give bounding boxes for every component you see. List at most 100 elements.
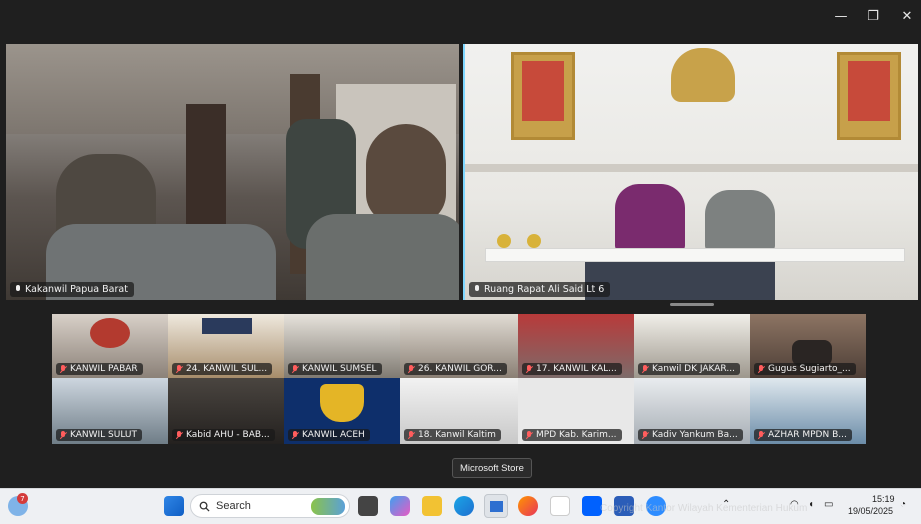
participant-name: KANWIL ACEH	[302, 430, 365, 440]
gallery-tile-label: 24. KANWIL SUL...	[172, 363, 273, 375]
start-icon[interactable]	[164, 496, 184, 516]
gallery-tile-label: 17. KANWIL KAL...	[522, 363, 622, 375]
gallery-tile-13[interactable]: Kadiv Yankum Ba...	[634, 378, 750, 444]
edge-icon[interactable]	[454, 496, 474, 516]
participant-name: KANWIL SUMSEL	[302, 364, 377, 374]
main-video-tile-1[interactable]: Kakanwil Papua Barat	[6, 44, 459, 300]
mic-muted-icon	[525, 364, 533, 374]
participant-name: Kanwil DK JAKAR...	[652, 364, 735, 374]
amazon-icon[interactable]	[550, 496, 570, 516]
participant-name: Gugus Sugiarto_...	[768, 364, 851, 374]
participant-name: 18. Kanwil Kaltim	[418, 430, 496, 440]
main-tile-1-label: Kakanwil Papua Barat	[10, 282, 134, 297]
gallery-tile-2[interactable]: 24. KANWIL SUL...	[168, 314, 284, 378]
mic-muted-icon	[757, 430, 765, 440]
minimize-button[interactable]: —	[830, 6, 852, 26]
gallery-tile-label: 18. Kanwil Kaltim	[404, 429, 501, 441]
task-view-icon[interactable]	[358, 496, 378, 516]
gallery-tile-14[interactable]: AZHAR MPDN B...	[750, 378, 866, 444]
gallery-tile-label: Gugus Sugiarto_...	[754, 363, 856, 375]
participant-name: 26. KANWIL GOR...	[418, 364, 502, 374]
gallery-tile-8[interactable]: KANWIL SULUT	[52, 378, 168, 444]
participant-name: KANWIL SULUT	[70, 430, 138, 440]
portrait-frame-left	[511, 52, 575, 140]
taskbar-tooltip: Microsoft Store	[452, 458, 532, 478]
mic-icon	[14, 285, 22, 294]
participant-name: 17. KANWIL KAL...	[536, 364, 617, 374]
battery-icon[interactable]: ▭	[824, 499, 833, 510]
participant-name: Kabid AHU - BAB...	[186, 430, 270, 440]
zoom-meeting-window: — ❐ ✕ Kakanwil Papua Barat Ruang Rapat A…	[0, 0, 921, 524]
logo-shape	[90, 318, 130, 348]
gallery-tile-12[interactable]: MPD Kab. Karim...	[518, 378, 634, 444]
table-skirt	[585, 262, 775, 300]
gallery-tile-label: KANWIL SUMSEL	[288, 363, 382, 375]
main-video-tile-2[interactable]: Ruang Rapat Ali Said Lt 6	[463, 44, 918, 300]
mic-muted-icon	[641, 430, 649, 440]
mic-muted-icon	[59, 364, 67, 374]
banner-shape	[202, 318, 252, 334]
search-highlight-icon	[311, 498, 345, 515]
meeting-table	[485, 248, 905, 262]
gallery-tile-6[interactable]: Kanwil DK JAKAR...	[634, 314, 750, 378]
participant-name: MPD Kab. Karim...	[536, 430, 617, 440]
gallery-tile-label: Kadiv Yankum Ba...	[638, 429, 743, 441]
person-right-head	[366, 124, 446, 224]
mic-muted-icon	[641, 364, 649, 374]
file-explorer-icon[interactable]	[422, 496, 442, 516]
gallery-tile-label: KANWIL SULUT	[56, 429, 143, 441]
gallery-tile-1[interactable]: KANWIL PABAR	[52, 314, 168, 378]
person-right-uniform	[306, 214, 459, 300]
person-gray	[705, 190, 775, 250]
mic-muted-icon	[59, 430, 67, 440]
mic-muted-icon	[291, 430, 299, 440]
ministry-logo-icon	[320, 384, 364, 422]
mic-muted-icon	[291, 364, 299, 374]
microsoft-store-icon[interactable]	[484, 494, 508, 518]
main-tile-1-name: Kakanwil Papua Barat	[25, 284, 128, 295]
mic-muted-icon	[407, 364, 415, 374]
mic-muted-icon	[175, 364, 183, 374]
mic-muted-icon	[757, 364, 765, 374]
dropbox-icon[interactable]	[582, 496, 602, 516]
restore-button[interactable]: ❐	[862, 6, 884, 26]
gallery-tile-label: KANWIL PABAR	[56, 363, 143, 375]
close-button[interactable]: ✕	[896, 6, 918, 26]
firefox-icon[interactable]	[518, 496, 538, 516]
participant-name: Kadiv Yankum Ba...	[652, 430, 738, 440]
store-bag-icon	[490, 501, 503, 512]
gallery-tile-5[interactable]: 17. KANWIL KAL...	[518, 314, 634, 378]
notification-bell-icon[interactable]: ◔	[900, 499, 906, 510]
participant-name: AZHAR MPDN B...	[768, 430, 847, 440]
layout-divider-handle[interactable]	[670, 303, 714, 306]
search-icon	[199, 501, 210, 512]
copilot-icon[interactable]	[390, 496, 410, 516]
participant-name: KANWIL PABAR	[70, 364, 138, 374]
person-purple	[615, 184, 685, 250]
taskbar-search[interactable]: Search	[190, 494, 350, 518]
tray-date[interactable]: 19/05/2025	[848, 506, 893, 516]
volume-icon[interactable]: ◖	[808, 499, 814, 510]
gallery-tile-label: AZHAR MPDN B...	[754, 429, 852, 441]
participant-name: 24. KANWIL SUL...	[186, 364, 268, 374]
gallery-tile-label: 26. KANWIL GOR...	[404, 363, 507, 375]
main-tile-2-label: Ruang Rapat Ali Said Lt 6	[469, 282, 611, 297]
flowers-left-2	[527, 234, 541, 248]
portrait-left	[522, 61, 564, 121]
gallery-tile-4[interactable]: 26. KANWIL GOR...	[400, 314, 518, 378]
garuda-emblem	[671, 48, 735, 102]
gallery-tile-10[interactable]: KANWIL ACEH	[284, 378, 400, 444]
gallery-tile-3[interactable]: KANWIL SUMSEL	[284, 314, 400, 378]
gallery-tile-label: KANWIL ACEH	[288, 429, 370, 441]
portrait-right	[848, 61, 890, 121]
gallery-tile-11[interactable]: 18. Kanwil Kaltim	[400, 378, 518, 444]
mic-icon	[473, 285, 481, 294]
mic-muted-icon	[407, 430, 415, 440]
main-tile-2-name: Ruang Rapat Ali Said Lt 6	[484, 284, 605, 295]
gallery-tile-9[interactable]: Kabid AHU - BAB...	[168, 378, 284, 444]
mic-muted-icon	[525, 430, 533, 440]
tray-time[interactable]: 15:19	[872, 494, 895, 504]
gallery-tile-7[interactable]: Gugus Sugiarto_...	[750, 314, 866, 378]
search-placeholder: Search	[216, 500, 251, 512]
watermark-text: Copyright Kantor Wilayah Kementerian Huk…	[600, 503, 808, 514]
